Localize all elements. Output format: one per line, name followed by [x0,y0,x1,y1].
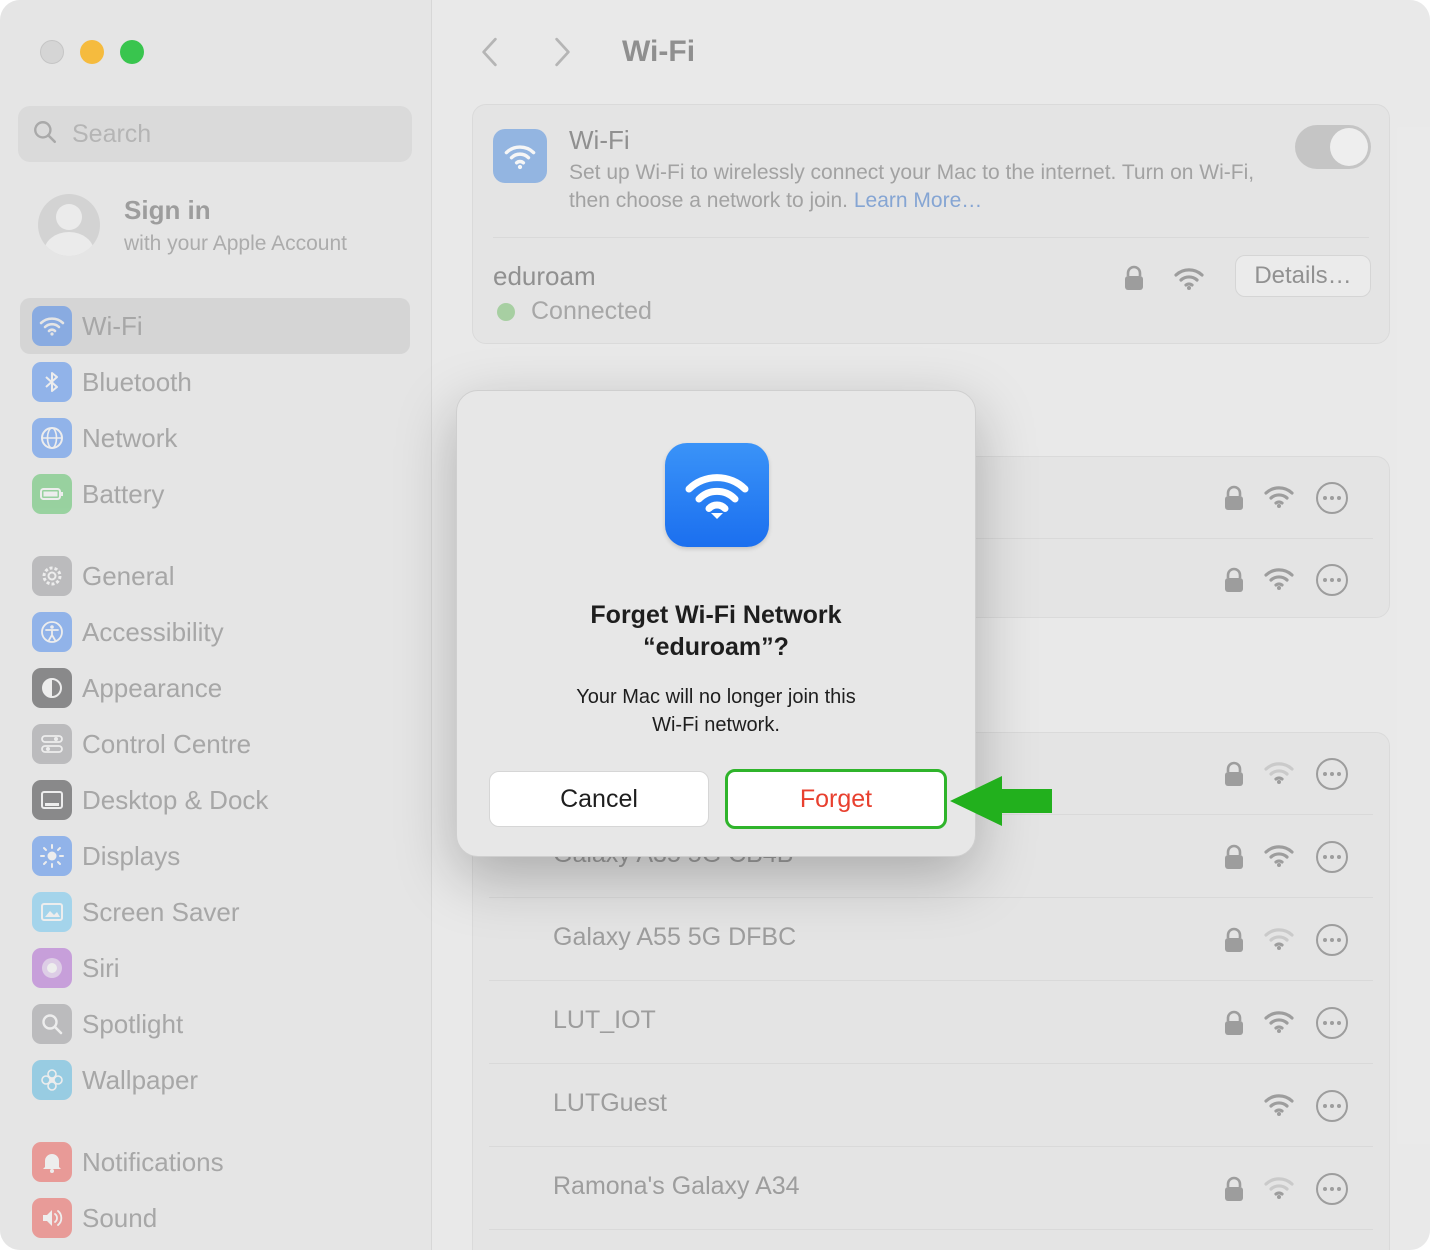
arrow-pointer-icon [950,776,1054,831]
forget-network-dialog: Forget Wi-Fi Network “eduroam”? Your Mac… [456,390,976,857]
wifi-app-icon [665,443,769,547]
dialog-title-line2: “eduroam”? [643,633,789,661]
system-settings-window: Sign in with your Apple Account Wi-FiBlu… [0,0,1430,1250]
dialog-title-line1: Forget Wi-Fi Network [590,601,842,629]
dialog-message-line1: Your Mac will no longer join this [576,686,856,708]
cancel-button[interactable]: Cancel [489,771,709,827]
dialog-title: Forget Wi-Fi Network “eduroam”? [477,599,955,663]
forget-button[interactable]: Forget [725,769,947,829]
dialog-message: Your Mac will no longer join this Wi-Fi … [497,683,935,739]
dialog-message-line2: Wi-Fi network. [652,714,780,736]
